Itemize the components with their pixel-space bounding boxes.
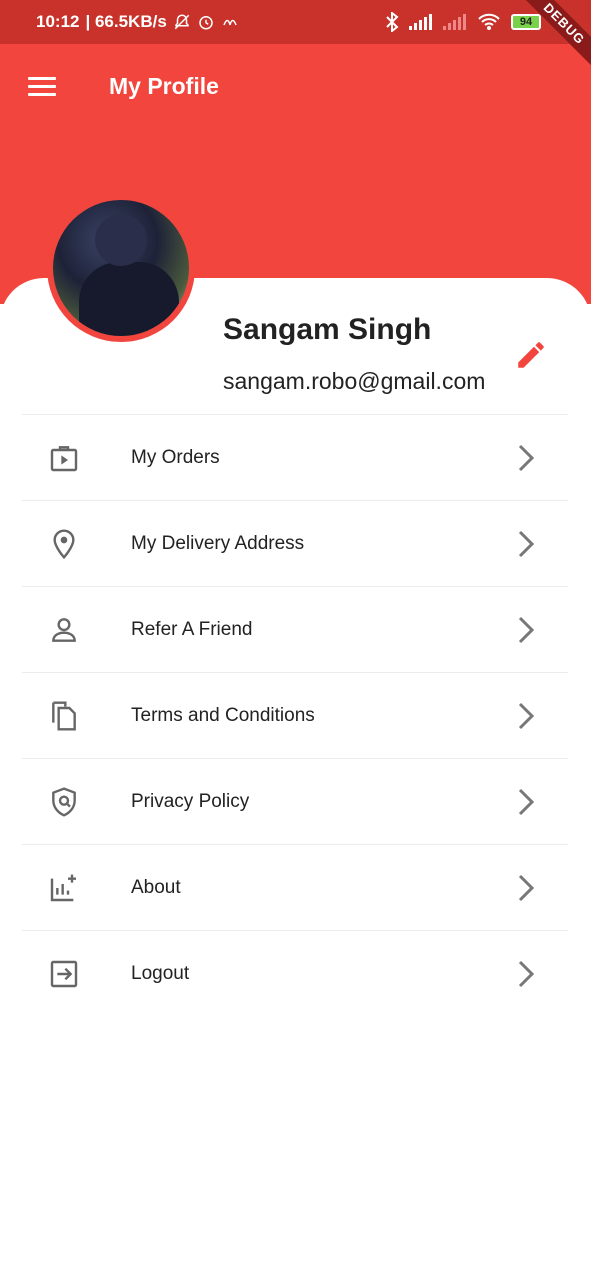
status-time: 10:12 [36, 12, 80, 31]
menu-item-label: My Orders [131, 446, 220, 468]
chevron-right-icon [518, 702, 535, 730]
page-title: My Profile [109, 73, 219, 99]
logout-icon [50, 960, 78, 988]
menu-icon-line [28, 85, 56, 88]
profile-name: Sangam Singh [223, 313, 432, 346]
menu-icon-line [28, 93, 56, 96]
chevron-right-icon [518, 874, 535, 902]
battery-indicator: 94 [511, 14, 541, 30]
menu-item-label: My Delivery Address [131, 532, 305, 554]
menu-item-about[interactable]: About [22, 844, 568, 930]
orders-icon [50, 446, 78, 472]
menu-item-privacy[interactable]: Privacy Policy [22, 758, 568, 844]
signal-weak-icon [443, 14, 466, 30]
chevron-right-icon [518, 444, 535, 472]
shield-icon [52, 787, 76, 817]
status-right: 94 [385, 0, 541, 44]
network-speed: | 66.5KB/s [85, 12, 167, 31]
menu-icon-line [28, 77, 56, 80]
avatar-photo [53, 200, 189, 336]
chevron-right-icon [518, 530, 535, 558]
avatar[interactable] [47, 194, 195, 342]
edit-icon [518, 342, 544, 368]
menu-item-label: About [131, 876, 181, 898]
menu-item-logout[interactable]: Logout [22, 930, 568, 1016]
notifications-off-icon [174, 14, 190, 30]
alarm-icon [199, 16, 213, 30]
chevron-right-icon [518, 960, 535, 988]
signal-icon [409, 14, 432, 30]
status-left: 10:12 | 66.5KB/s [36, 12, 239, 32]
status-bar: 10:12 | 66.5KB/s 94 [0, 0, 591, 44]
avatar-body [79, 262, 179, 336]
chevron-right-icon [518, 616, 535, 644]
edit-profile-button[interactable] [514, 338, 548, 372]
menu-item-terms[interactable]: Terms and Conditions [22, 672, 568, 758]
menu-item-delivery-address[interactable]: My Delivery Address [22, 500, 568, 586]
analytics-icon [50, 874, 76, 902]
wifi-icon [478, 13, 500, 30]
menu-item-label: Terms and Conditions [131, 704, 315, 726]
location-icon [53, 529, 75, 560]
menu-item-label: Privacy Policy [131, 790, 250, 812]
data-saver-icon [223, 19, 237, 26]
avatar-head [95, 214, 147, 266]
menu-item-label: Refer A Friend [131, 618, 253, 640]
profile-email: sangam.robo@gmail.com [223, 368, 486, 394]
menu-item-refer-friend[interactable]: Refer A Friend [22, 586, 568, 672]
documents-icon [52, 701, 76, 731]
menu-list: My Orders My Delivery Address Refer A Fr… [22, 414, 568, 1016]
bluetooth-icon [386, 12, 399, 32]
menu-item-my-orders[interactable]: My Orders [22, 414, 568, 500]
person-icon [52, 618, 76, 642]
chevron-right-icon [518, 788, 535, 816]
menu-item-label: Logout [131, 962, 190, 984]
menu-button[interactable] [28, 77, 56, 97]
